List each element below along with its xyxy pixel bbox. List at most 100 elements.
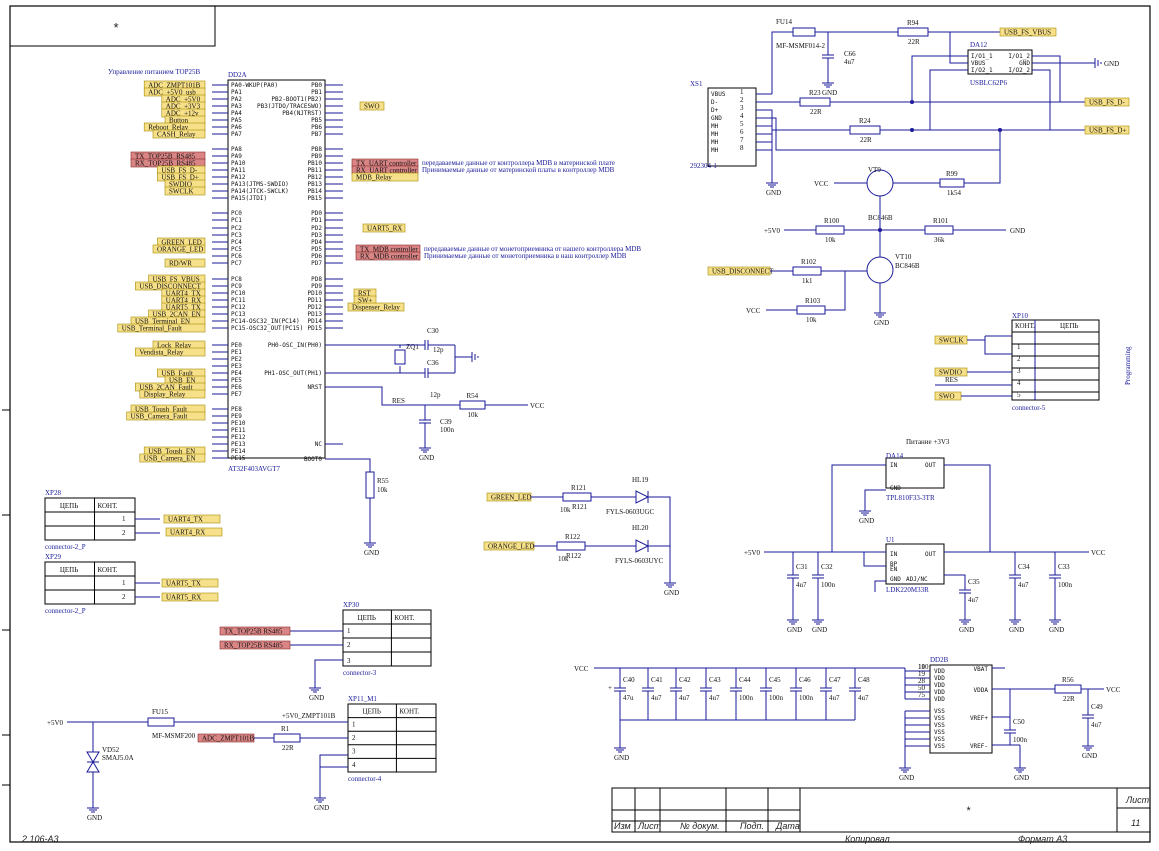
capacitor-ref: C49 [1091,703,1103,711]
transistor-ref: VT9 [868,166,881,174]
resistor-ref: R23 [809,89,821,97]
mcu-pin-left: PC11 [231,297,246,304]
net-label-text: RX_MDB controller [360,253,419,261]
gnd-label: GND [859,517,874,525]
usb-pin: GND [711,115,722,122]
wire [831,464,886,552]
mcu-pin-left: PC2 [231,225,242,232]
crystal-ref: ZQ1 [406,343,419,351]
gnd-label: GND [787,626,802,634]
junction-dot [910,128,914,132]
resistor-ref: R1 [281,725,290,733]
chip-pin: ADJ/NC [906,576,928,583]
led-icon [635,490,650,504]
mcu-pin-left: PE13 [231,441,246,448]
capacitor-ref: C36 [427,359,439,367]
net-label-text: SWCLK [939,337,964,345]
gnd-label: GND [419,454,434,462]
net-label-text: ORANGE_LED [488,543,534,551]
sheet-number: 11 [1131,818,1140,828]
mcu-pin-right: PB0 [311,82,322,89]
power-rail-label: VCC [1091,549,1106,557]
mcu-pin-right: PB8 [311,146,322,153]
mcu-pin-right: PB6 [311,124,322,131]
side-label: Programming [1124,346,1132,385]
format-label: Формат А3 [1018,834,1067,844]
chip-part: TPL810F33-3TR [886,494,935,502]
mcu-part: AT32F403AVGT7 [228,465,280,473]
net-label-text: USB_Camera_EN [144,455,196,463]
chip-ref: DA14 [886,452,904,460]
gnd-label: GND [1009,626,1024,634]
net-label-text: USB_Camera_Fault [131,413,188,421]
chip-pin: VDD [934,682,945,689]
capacitor-value: 100n [1058,581,1073,589]
mcu-pin-left: PC6 [231,253,242,260]
mcu-pin-left: PC14-OSC32_IN(PC14) [231,318,300,325]
mcu-pin-left: PC10 [231,290,246,297]
resistor-icon [796,305,826,315]
resistor-icon [459,400,486,410]
resistor-ref: R54 [467,392,479,400]
mcu-pin-right: PD0 [311,210,322,217]
mcu-pin-right: PD15 [308,325,323,332]
gnd-label: GND [899,774,914,782]
table-cell: 3 [347,657,351,665]
wire [949,32,968,64]
wire [863,552,886,567]
table-header: ЦЕПЬ [60,566,78,574]
connector-part: connector-5 [1012,404,1046,412]
mcu-pin-left: PE9 [231,413,242,420]
wire [756,109,850,131]
table-cell: 1 [352,720,356,728]
table-header: ЦЕПЬ [363,708,381,716]
power-rail-label: VCC [1106,686,1121,694]
mcu-pin-right: PB2-BOOT1(PB2) [271,96,322,103]
table-header: ЦЕПЬ [358,614,376,622]
mcu-pin-right: PB14 [308,188,323,195]
mcu-pin-right: PB1 [311,89,322,96]
resistor-ref: R56 [1062,676,1074,684]
capacitor-ref: C35 [968,578,980,586]
net-label-text: UART4_RX [170,529,205,537]
mcu-pin-left: PA8 [231,146,242,153]
table-cell: 1 [122,515,126,523]
table-cell: 1 [347,627,351,635]
mcu-pin-left: PC0 [231,210,242,217]
mcu-pin-left: PA9 [231,153,242,160]
capacitor-ref: C32 [821,563,833,571]
chip-pin: VBUS [971,60,986,67]
led-ref: HL19 [632,476,649,484]
pin-number: 7 [740,136,744,144]
capacitor-value: 4u7 [1091,721,1102,729]
resistor-icon [815,225,845,235]
capacitor-value: 100n [821,581,836,589]
table-header: КОНТ. [1015,322,1035,330]
chip-pin: VSS [934,743,945,750]
wire [314,659,343,680]
chip-pin: I/O1_2 [1008,53,1030,60]
mcu-pin-right: PD14 [308,318,323,325]
resistor-value: 22R [1063,695,1075,703]
resistor-ref: R101 [933,217,949,225]
mcu-pin-left: PE0 [231,342,242,349]
capacitor-ref: C43 [709,676,721,684]
connector-ref: XP29 [45,553,61,561]
capacitor-value: 4u7 [829,694,840,702]
capacitor-ref: C50 [1013,718,1025,726]
capacitor-ref: C42 [679,676,691,684]
star-mark: * [966,805,971,817]
gnd-label: GND [766,189,781,197]
capacitor-ref: C46 [799,676,811,684]
resistor-ref: R100 [824,217,840,225]
pin-number: 8 [740,144,744,152]
table-cell: 2 [122,529,126,537]
net-label-text: RD/WR [169,260,192,268]
mcu-pin-left: PA11 [231,167,246,174]
connector-ref: XP10 [1012,312,1028,320]
connector-ref: XP30 [343,601,359,609]
capacitor-value: 12p [430,391,441,399]
transistor-ref: VT10 [895,253,912,261]
resistor-value: 10k [558,555,569,563]
table-cell: 2 [122,593,126,601]
